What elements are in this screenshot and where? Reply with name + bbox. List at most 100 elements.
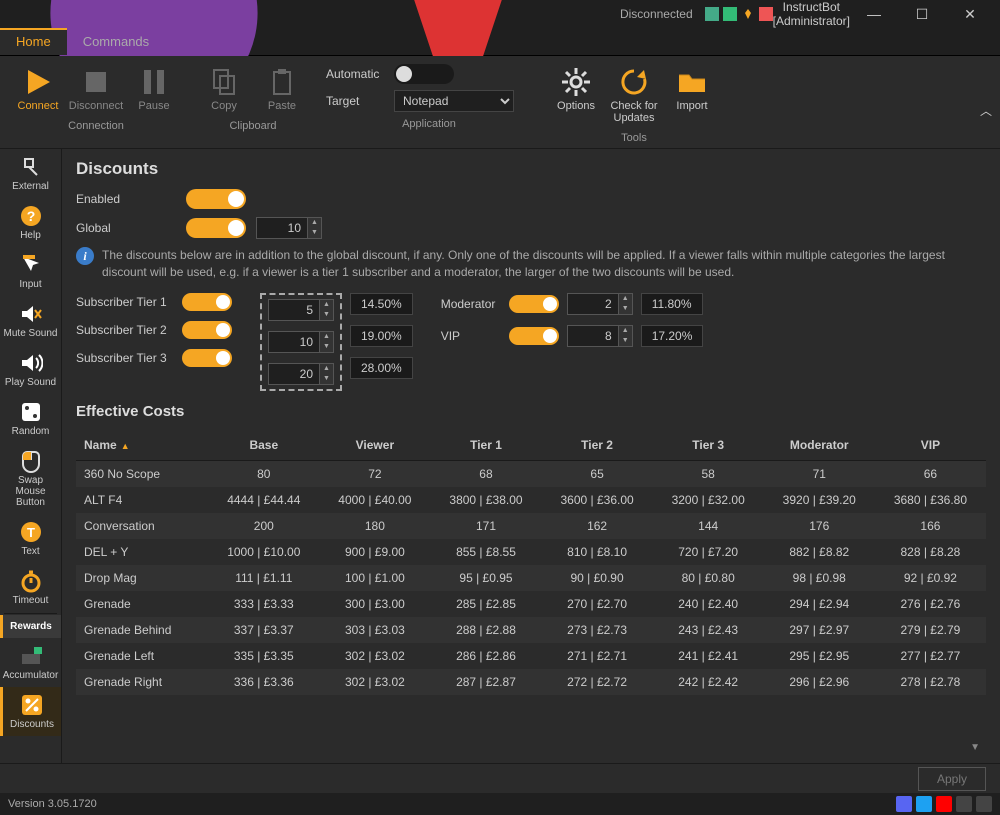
mod-input[interactable]: ▲▼	[567, 293, 633, 315]
minimize-button[interactable]: —	[850, 0, 898, 28]
import-button[interactable]: Import	[666, 64, 718, 114]
titlebar: Disconnected InstructBot [Administrator]…	[0, 0, 1000, 28]
table-row[interactable]: DEL + Y1000 | £10.00900 | £9.00855 | £8.…	[76, 539, 986, 565]
tier2-input[interactable]: ▲▼	[268, 331, 334, 353]
automatic-label: Automatic	[326, 67, 384, 81]
refresh-icon	[618, 66, 650, 98]
tier2-label: Subscriber Tier 2	[76, 323, 174, 337]
col-moderator[interactable]: Moderator	[764, 430, 875, 461]
global-value-input[interactable]: ▲▼	[256, 217, 322, 239]
tier2-toggle[interactable]	[182, 321, 232, 339]
maximize-button[interactable]: ☐	[898, 0, 946, 28]
external-icon	[19, 155, 43, 179]
vip-pct: 17.20%	[641, 325, 704, 347]
enabled-label: Enabled	[76, 192, 176, 206]
disconnect-button: Disconnect	[70, 64, 122, 114]
col-tier1[interactable]: Tier 1	[430, 430, 541, 461]
connect-status: Disconnected	[620, 7, 693, 21]
sidebar-item-accumulator[interactable]: Accumulator	[0, 638, 61, 687]
options-button[interactable]: Options	[550, 64, 602, 114]
stopwatch-icon	[19, 569, 43, 593]
table-row[interactable]: Grenade333 | £3.33300 | £3.00285 | £2.85…	[76, 591, 986, 617]
tier3-pct: 28.00%	[350, 357, 413, 379]
connect-button[interactable]: Connect	[12, 64, 64, 114]
sidebar-item-play[interactable]: Play Sound	[0, 345, 61, 394]
sidebar-item-external[interactable]: External	[0, 149, 61, 198]
status-icon-4[interactable]	[956, 796, 972, 812]
vip-input[interactable]: ▲▼	[567, 325, 633, 347]
close-button[interactable]: ✕	[946, 0, 994, 28]
tier1-pct: 14.50%	[350, 293, 413, 315]
target-select[interactable]: Notepad	[394, 90, 514, 112]
sidebar-item-mute[interactable]: Mute Sound	[0, 296, 61, 345]
help-icon: ?	[19, 204, 43, 228]
info-icon: i	[76, 247, 94, 265]
table-row[interactable]: Drop Mag111 | £1.11100 | £1.0095 | £0.95…	[76, 565, 986, 591]
sidebar-item-random[interactable]: Random	[0, 394, 61, 443]
check-updates-button[interactable]: Check for Updates	[608, 64, 660, 126]
tier1-input[interactable]: ▲▼	[268, 299, 334, 321]
spin-up-icon[interactable]: ▲	[307, 218, 321, 228]
dice-icon	[19, 400, 43, 424]
col-tier3[interactable]: Tier 3	[653, 430, 764, 461]
sidebar-item-swap[interactable]: Swap Mouse Button	[0, 443, 61, 514]
sidebar-item-discounts[interactable]: Discounts	[0, 687, 61, 736]
enabled-toggle[interactable]	[186, 189, 246, 209]
apply-row: ▼ Apply	[0, 763, 1000, 793]
col-tier2[interactable]: Tier 2	[542, 430, 653, 461]
tier3-toggle[interactable]	[182, 349, 232, 367]
ribbon-collapse-button[interactable]: ︿	[980, 102, 992, 119]
sidebar-item-input[interactable]: Input	[0, 247, 61, 296]
sidebar: External ?Help Input Mute Sound Play Sou…	[0, 149, 62, 763]
accumulator-icon	[19, 644, 43, 668]
discounts-heading: Discounts	[76, 159, 986, 179]
q-icon-4[interactable]	[759, 7, 773, 21]
effective-costs-table: Name▲ Base Viewer Tier 1 Tier 2 Tier 3 M…	[76, 430, 986, 695]
scroll-down-icon[interactable]: ▼	[970, 742, 980, 753]
spin-down-icon[interactable]: ▼	[307, 228, 321, 238]
tab-commands[interactable]: Commands	[67, 28, 165, 55]
automatic-toggle[interactable]	[394, 64, 454, 84]
table-row[interactable]: 360 No Scope80726865587166	[76, 460, 986, 487]
sidebar-item-timeout[interactable]: Timeout	[0, 563, 61, 612]
mod-pct: 11.80%	[641, 293, 703, 315]
group-clipboard-label: Clipboard	[229, 120, 276, 132]
sidebar-item-help[interactable]: ?Help	[0, 198, 61, 247]
col-base[interactable]: Base	[208, 430, 319, 461]
col-vip[interactable]: VIP	[875, 430, 986, 461]
table-row[interactable]: Grenade Behind337 | £3.37303 | £3.03288 …	[76, 617, 986, 643]
q-icon-2[interactable]	[723, 7, 737, 21]
global-toggle[interactable]	[186, 218, 246, 238]
paste-button: Paste	[256, 64, 308, 114]
apply-button[interactable]: Apply	[918, 767, 986, 791]
tier1-toggle[interactable]	[182, 293, 232, 311]
status-icon-5[interactable]	[976, 796, 992, 812]
sidebar-item-rewards[interactable]: Rewards	[0, 615, 61, 638]
tier2-pct: 19.00%	[350, 325, 413, 347]
paste-icon	[266, 66, 298, 98]
tier1-label: Subscriber Tier 1	[76, 295, 174, 309]
sidebar-item-text[interactable]: TText	[0, 514, 61, 563]
table-row[interactable]: ALT F44444 | £44.444000 | £40.003800 | £…	[76, 487, 986, 513]
col-name[interactable]: Name▲	[76, 430, 208, 461]
effective-heading: Effective Costs	[76, 403, 986, 420]
table-row[interactable]: Grenade Right336 | £3.36302 | £3.02287 |…	[76, 669, 986, 695]
youtube-icon[interactable]	[936, 796, 952, 812]
pause-icon	[138, 66, 170, 98]
sound-icon	[19, 351, 43, 375]
tier3-input[interactable]: ▲▼	[268, 363, 334, 385]
q-icon-1[interactable]	[705, 7, 719, 21]
mod-toggle[interactable]	[509, 295, 559, 313]
discord-icon[interactable]	[896, 796, 912, 812]
q-icon-3[interactable]	[741, 7, 755, 21]
twitter-icon[interactable]	[916, 796, 932, 812]
vip-toggle[interactable]	[509, 327, 559, 345]
col-viewer[interactable]: Viewer	[319, 430, 430, 461]
table-row[interactable]: Grenade Left335 | £3.35302 | £3.02286 | …	[76, 643, 986, 669]
info-text: The discounts below are in addition to t…	[102, 247, 986, 281]
table-row[interactable]: Conversation200180171162144176166	[76, 513, 986, 539]
mod-label: Moderator	[441, 297, 501, 311]
tab-home[interactable]: Home	[0, 28, 67, 55]
tier-inputs-highlight: ▲▼ ▲▼ ▲▼	[260, 293, 342, 391]
play-icon	[22, 66, 54, 98]
